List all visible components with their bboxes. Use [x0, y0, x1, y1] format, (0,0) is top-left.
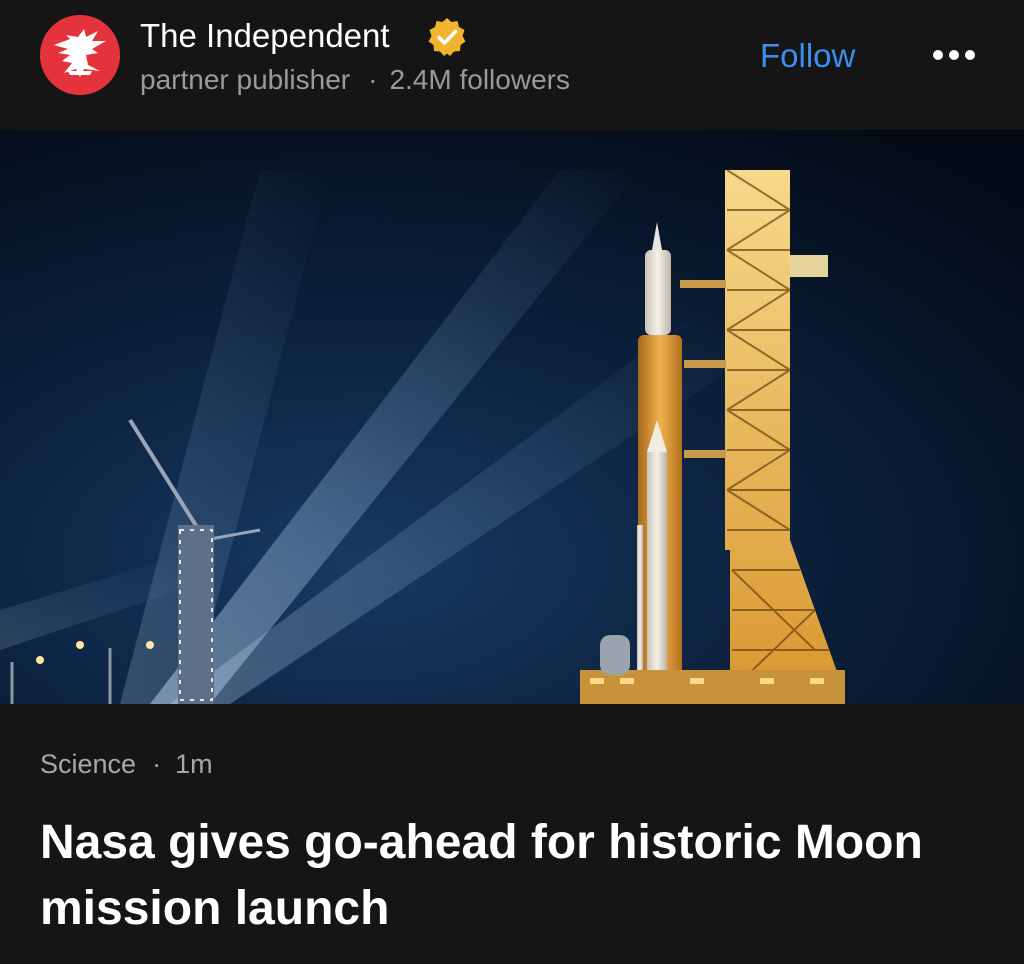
follow-button[interactable]: Follow — [760, 36, 855, 76]
publisher-header: The Independent partner publisher · 2.4M f… — [0, 0, 1024, 130]
publisher-name[interactable]: The Independent — [140, 16, 390, 56]
article-headline[interactable]: Nasa gives go-ahead for historic Moon mi… — [40, 810, 984, 942]
article-timestamp: 1m — [175, 749, 213, 779]
article-hero-image[interactable] — [0, 130, 1024, 704]
separator-dot: · — [368, 64, 378, 95]
article-category[interactable]: Science — [40, 749, 136, 779]
article-meta: Science · 1m — [40, 746, 213, 782]
separator-dot: · — [152, 749, 162, 779]
publisher-subline: partner publisher · 2.4M followers — [140, 62, 570, 98]
more-horizontal-icon[interactable] — [928, 38, 980, 72]
follower-count: 2.4M followers — [389, 64, 570, 95]
rocket-launchpad-illustration — [0, 130, 1024, 704]
eagle-icon — [40, 15, 120, 95]
publisher-subtitle: partner publisher — [140, 64, 351, 95]
publisher-avatar[interactable] — [40, 15, 120, 95]
verified-badge-icon — [428, 18, 466, 56]
